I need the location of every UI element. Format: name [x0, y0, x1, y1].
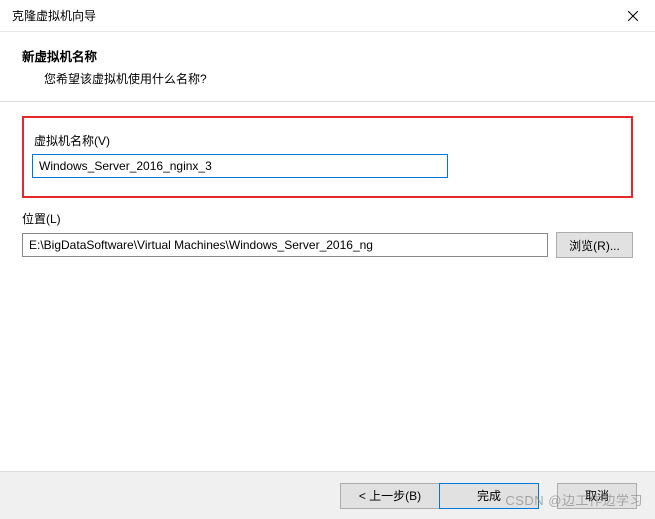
vm-name-highlight: 虚拟机名称(V) [22, 116, 633, 198]
browse-button[interactable]: 浏览(R)... [556, 232, 633, 258]
page-title: 新虚拟机名称 [22, 46, 655, 65]
vm-name-input[interactable] [32, 154, 448, 178]
header-divider [0, 101, 655, 102]
wizard-header: 新虚拟机名称 您希望该虚拟机使用什么名称? [0, 32, 655, 101]
wizard-footer: < 上一步(B) 完成 取消 [0, 471, 655, 519]
close-icon [628, 11, 638, 21]
window-title: 克隆虚拟机向导 [12, 7, 96, 24]
finish-button[interactable]: 完成 [439, 483, 539, 509]
location-section: 位置(L) 浏览(R)... [22, 210, 633, 258]
titlebar: 克隆虚拟机向导 [0, 0, 655, 32]
page-subtitle: 您希望该虚拟机使用什么名称? [22, 70, 655, 87]
location-row: 浏览(R)... [22, 232, 633, 258]
vm-name-label: 虚拟机名称(V) [32, 132, 621, 149]
location-label: 位置(L) [22, 210, 633, 227]
close-button[interactable] [610, 0, 655, 32]
location-input[interactable] [22, 233, 548, 257]
cancel-button[interactable]: 取消 [557, 483, 637, 509]
back-button[interactable]: < 上一步(B) [340, 483, 440, 509]
content-area: 虚拟机名称(V) 位置(L) 浏览(R)... [0, 116, 655, 258]
